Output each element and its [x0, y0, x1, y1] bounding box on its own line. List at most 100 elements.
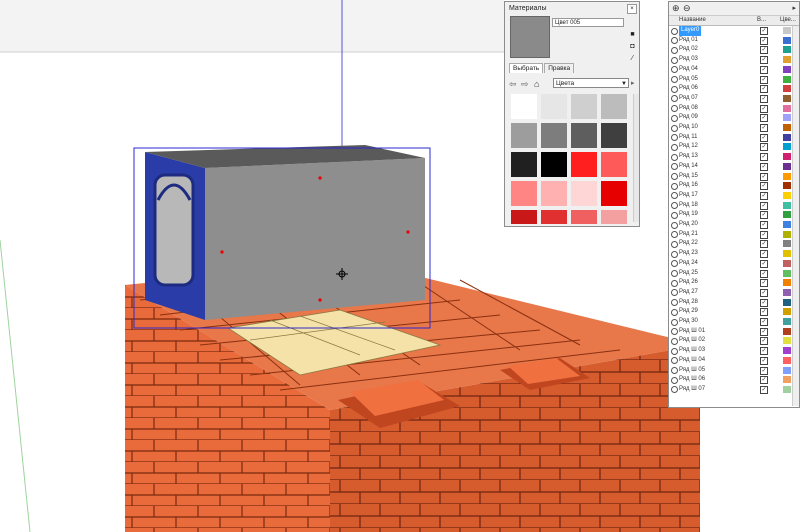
visibility-checkbox[interactable]: ✓ [760, 259, 768, 268]
layer-color-swatch[interactable] [783, 104, 791, 112]
active-layer-radio[interactable] [671, 27, 678, 35]
color-swatch[interactable] [511, 152, 537, 177]
layer-row[interactable]: Ряд 26 ✓ [669, 278, 793, 288]
visibility-checkbox[interactable]: ✓ [760, 94, 768, 103]
active-layer-radio[interactable] [671, 299, 678, 307]
visibility-checkbox[interactable]: ✓ [760, 240, 768, 249]
layer-row[interactable]: Ряд 10 ✓ [669, 123, 793, 133]
visibility-checkbox[interactable]: ✓ [760, 288, 768, 297]
layer-color-swatch[interactable] [783, 288, 791, 296]
layer-color-swatch[interactable] [783, 153, 791, 161]
layer-row[interactable]: Ряд 30 ✓ [669, 317, 793, 327]
layer-color-swatch[interactable] [783, 114, 791, 122]
visibility-checkbox[interactable]: ✓ [760, 65, 768, 74]
layer-row[interactable]: Ряд 13 ✓ [669, 152, 793, 162]
layer-color-swatch[interactable] [783, 269, 791, 277]
color-swatch[interactable] [601, 181, 627, 206]
color-swatch[interactable] [571, 94, 597, 119]
active-layer-radio[interactable] [671, 37, 678, 45]
color-swatch[interactable] [601, 94, 627, 119]
layers-panel[interactable]: ⊕ ⊖ ▸ Название В... Цве... Layer0 ✓ Ряд 01… [668, 1, 800, 408]
active-layer-radio[interactable] [671, 76, 678, 83]
eyedropper-icon[interactable]: ⁄ [628, 54, 637, 63]
visibility-checkbox[interactable]: ✓ [760, 133, 768, 142]
visibility-checkbox[interactable]: ✓ [760, 250, 768, 259]
layer-row[interactable]: Ряд Ш 05 ✓ [669, 366, 793, 376]
active-layer-radio[interactable] [671, 56, 678, 64]
visibility-checkbox[interactable]: ✓ [760, 162, 768, 171]
visibility-checkbox[interactable]: ✓ [760, 366, 768, 375]
tab-edit[interactable]: Правка [544, 63, 575, 73]
layer-row[interactable]: Ряд 08 ✓ [669, 104, 793, 114]
layer-color-swatch[interactable] [783, 376, 791, 384]
visibility-checkbox[interactable]: ✓ [760, 211, 768, 220]
layer-color-swatch[interactable] [783, 46, 791, 54]
color-swatch[interactable] [511, 181, 537, 206]
details-icon[interactable]: ▸ [792, 4, 796, 13]
active-layer-radio[interactable] [671, 66, 678, 74]
active-layer-radio[interactable] [671, 143, 678, 151]
layer-row[interactable]: Ряд 17 ✓ [669, 191, 793, 201]
active-layer-radio[interactable] [671, 134, 678, 142]
active-layer-radio[interactable] [671, 386, 678, 394]
layer-color-swatch[interactable] [783, 259, 791, 267]
active-layer-radio[interactable] [671, 376, 678, 384]
layer-row[interactable]: Ряд 15 ✓ [669, 172, 793, 182]
color-swatch[interactable] [601, 210, 627, 224]
layer-color-swatch[interactable] [783, 279, 791, 287]
layer-color-swatch[interactable] [783, 191, 791, 199]
col-name-header[interactable]: Название [679, 17, 706, 23]
color-swatch[interactable] [511, 94, 537, 119]
color-swatch[interactable] [541, 152, 567, 177]
active-layer-radio[interactable] [671, 202, 678, 210]
layer-color-swatch[interactable] [783, 36, 791, 44]
active-layer-radio[interactable] [671, 279, 678, 287]
layer-row[interactable]: Ряд Ш 01 ✓ [669, 327, 793, 337]
active-layer-radio[interactable] [671, 85, 678, 93]
color-swatch[interactable] [541, 210, 567, 224]
active-layer-radio[interactable] [671, 46, 678, 54]
visibility-checkbox[interactable]: ✓ [760, 221, 768, 229]
back-arrow-icon[interactable]: ⇦ [509, 79, 517, 89]
layer-color-swatch[interactable] [783, 143, 791, 151]
layer-row[interactable]: Ряд 04 ✓ [669, 65, 793, 75]
layer-row[interactable]: Ряд 25 ✓ [669, 269, 793, 279]
visibility-checkbox[interactable]: ✓ [760, 56, 768, 65]
layer-row[interactable]: Ряд 23 ✓ [669, 249, 793, 259]
color-swatch[interactable] [541, 123, 567, 148]
layer-row[interactable]: Ряд Ш 02 ✓ [669, 336, 793, 346]
layer-row[interactable]: Layer0 ✓ [669, 26, 793, 36]
create-material-icon[interactable]: ■ [628, 30, 637, 39]
color-swatch[interactable] [511, 123, 537, 148]
active-layer-radio[interactable] [671, 153, 678, 161]
close-icon[interactable]: × [627, 4, 637, 14]
visibility-checkbox[interactable]: ✓ [760, 347, 768, 356]
active-layer-radio[interactable] [671, 250, 678, 258]
active-layer-radio[interactable] [671, 221, 678, 229]
color-swatch[interactable] [571, 123, 597, 148]
visibility-checkbox[interactable]: ✓ [760, 27, 768, 35]
layer-color-swatch[interactable] [783, 65, 791, 73]
layer-row[interactable]: Ряд Ш 03 ✓ [669, 346, 793, 356]
active-layer-radio[interactable] [671, 114, 678, 122]
layer-color-swatch[interactable] [783, 75, 791, 83]
layer-row[interactable]: Ряд 21 ✓ [669, 230, 793, 240]
visibility-checkbox[interactable]: ✓ [760, 104, 768, 113]
color-swatch[interactable] [571, 210, 597, 224]
layer-row[interactable]: Ряд 06 ✓ [669, 84, 793, 94]
visibility-checkbox[interactable]: ✓ [760, 385, 768, 394]
visibility-checkbox[interactable]: ✓ [760, 201, 768, 210]
layer-color-swatch[interactable] [783, 308, 791, 316]
active-layer-radio[interactable] [671, 95, 678, 103]
layer-color-swatch[interactable] [783, 337, 791, 345]
layer-row[interactable]: Ряд 27 ✓ [669, 288, 793, 298]
active-layer-radio[interactable] [671, 240, 678, 248]
visibility-checkbox[interactable]: ✓ [760, 75, 768, 84]
layer-color-swatch[interactable] [783, 211, 791, 219]
active-layer-radio[interactable] [671, 211, 678, 219]
layer-color-swatch[interactable] [783, 298, 791, 306]
layer-row[interactable]: Ряд 12 ✓ [669, 142, 793, 152]
layer-color-swatch[interactable] [783, 201, 791, 209]
visibility-checkbox[interactable]: ✓ [760, 153, 768, 162]
layer-row[interactable]: Ряд 19 ✓ [669, 210, 793, 220]
